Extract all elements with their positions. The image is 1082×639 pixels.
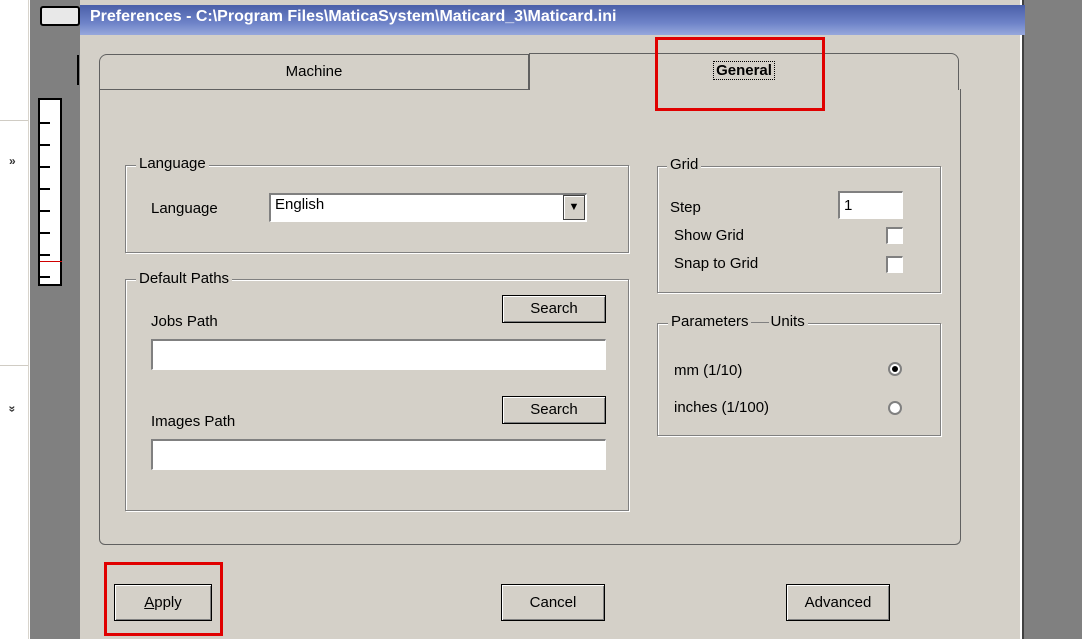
units-legend-parameters: Parameters <box>671 313 749 330</box>
mm-radio[interactable] <box>888 362 902 376</box>
language-select[interactable]: English <box>269 193 587 222</box>
units-legend-units: Units <box>770 313 805 330</box>
left-panel-strip <box>0 0 29 639</box>
show-grid-label: Show Grid <box>674 227 745 244</box>
default-paths-legend: Default Paths <box>136 270 233 287</box>
step-label: Step <box>670 199 701 216</box>
vertical-ruler <box>38 98 62 286</box>
panel-divider <box>0 365 28 366</box>
images-path-input[interactable] <box>151 439 606 470</box>
mm-label: mm (1/10) <box>674 362 743 379</box>
highlight-apply-button <box>104 562 223 636</box>
radio-selected-dot <box>892 366 898 372</box>
chevron-down-icon[interactable]: ▼ <box>563 195 585 220</box>
window-title: Preferences - C:\Program Files\MaticaSys… <box>90 8 617 25</box>
language-label: Language <box>151 200 218 217</box>
workspace-background <box>30 0 80 639</box>
ruler-divider <box>77 55 79 85</box>
panel-divider <box>0 120 28 121</box>
snap-to-grid-label: Snap to Grid <box>674 255 759 272</box>
right-workspace-background <box>1022 0 1082 639</box>
window-icon[interactable] <box>40 6 80 26</box>
grid-group-legend: Grid <box>667 156 702 173</box>
advanced-button[interactable]: Advanced <box>786 584 890 621</box>
step-input[interactable] <box>838 191 903 219</box>
language-selected-value: English <box>275 196 325 213</box>
units-group-legend: Parameters Units <box>668 313 808 330</box>
language-group-legend: Language <box>136 155 209 172</box>
show-grid-checkbox[interactable] <box>886 227 903 244</box>
inches-label: inches (1/100) <box>674 399 770 416</box>
tab-machine[interactable]: Machine <box>99 54 529 90</box>
images-path-label: Images Path <box>151 413 236 430</box>
images-search-button[interactable]: Search <box>502 396 606 424</box>
jobs-path-input[interactable] <box>151 339 606 370</box>
inches-radio[interactable] <box>888 401 902 415</box>
legend-separator <box>750 321 769 323</box>
expand-up-icon[interactable]: » <box>9 154 16 168</box>
jobs-search-button[interactable]: Search <box>502 295 606 323</box>
expand-down-icon[interactable]: » <box>5 406 19 413</box>
snap-to-grid-checkbox[interactable] <box>886 256 903 273</box>
highlight-general-tab <box>655 37 825 111</box>
jobs-path-label: Jobs Path <box>151 313 218 330</box>
cancel-button[interactable]: Cancel <box>501 584 605 621</box>
units-group <box>657 323 941 436</box>
